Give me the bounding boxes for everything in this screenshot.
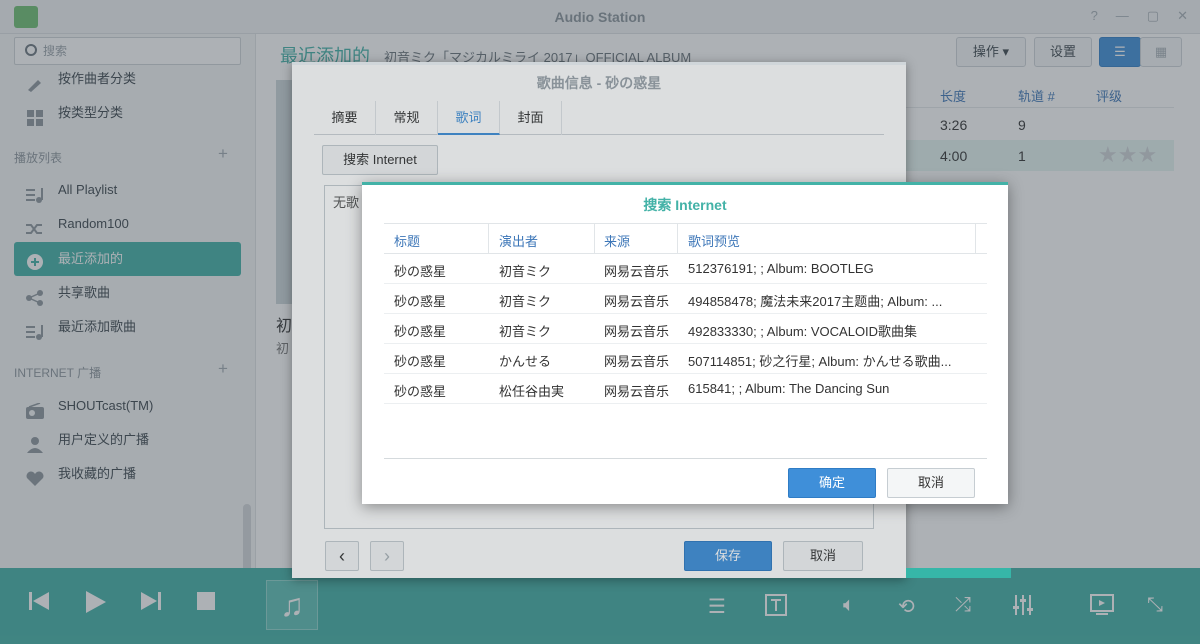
result-title: 砂の惑星	[394, 384, 447, 399]
result-artist: 初音ミク	[499, 264, 552, 279]
progress-strip	[906, 568, 1011, 578]
result-title: 砂の惑星	[394, 354, 447, 369]
result-title: 砂の惑星	[394, 324, 447, 339]
result-preview: 492833330; ; Album: VOCALOID歌曲集	[688, 324, 918, 339]
column-divider	[488, 224, 489, 254]
result-source: 网易云音乐	[604, 324, 670, 339]
table-row[interactable]: 砂の惑星 初音ミク 网易云音乐 512376191; ; Album: BOOT…	[384, 254, 987, 284]
column-divider	[594, 224, 595, 254]
table-row[interactable]: 砂の惑星 かんせる 网易云音乐 507114851; 砂之行星; Album: …	[384, 344, 987, 374]
search-internet-dialog: 搜索 Internet 标题 演出者 来源 歌词预览 砂の惑星 初音ミク 网易云…	[362, 182, 1008, 504]
result-source: 网易云音乐	[604, 294, 670, 309]
col-artist[interactable]: 演出者	[499, 231, 538, 250]
table-row[interactable]: 砂の惑星 初音ミク 网易云音乐 494858478; 魔法未来2017主题曲; …	[384, 284, 987, 314]
column-divider	[975, 224, 976, 254]
results-table-header: 标题 演出者 来源 歌词预览	[384, 224, 987, 254]
result-title: 砂の惑星	[394, 264, 447, 279]
result-source: 网易云音乐	[604, 354, 670, 369]
col-source[interactable]: 来源	[604, 231, 630, 250]
result-preview: 494858478; 魔法未来2017主题曲; Album: ...	[688, 294, 943, 309]
column-divider	[677, 224, 678, 254]
search-dialog-title: 搜索 Internet	[643, 197, 727, 213]
result-artist: かんせる	[499, 354, 552, 369]
result-source: 网易云音乐	[604, 384, 670, 399]
result-title: 砂の惑星	[394, 294, 447, 309]
col-preview[interactable]: 歌词预览	[688, 231, 740, 250]
ok-button[interactable]: 确定	[788, 468, 876, 498]
col-title[interactable]: 标题	[394, 231, 420, 250]
table-row[interactable]: 砂の惑星 松任谷由実 网易云音乐 615841; ; Album: The Da…	[384, 374, 987, 404]
result-artist: 初音ミク	[499, 294, 552, 309]
cancel-button[interactable]: 取消	[887, 468, 975, 498]
result-preview: 615841; ; Album: The Dancing Sun	[688, 381, 890, 396]
results-table: 标题 演出者 来源 歌词预览 砂の惑星 初音ミク 网易云音乐 512376191…	[384, 223, 987, 459]
result-preview: 507114851; 砂之行星; Album: かんせる歌曲...	[688, 354, 952, 369]
result-artist: 初音ミク	[499, 324, 552, 339]
table-row[interactable]: 砂の惑星 初音ミク 网易云音乐 492833330; ; Album: VOCA…	[384, 314, 987, 344]
result-artist: 松任谷由実	[499, 384, 565, 399]
result-source: 网易云音乐	[604, 264, 670, 279]
result-preview: 512376191; ; Album: BOOTLEG	[688, 261, 874, 276]
